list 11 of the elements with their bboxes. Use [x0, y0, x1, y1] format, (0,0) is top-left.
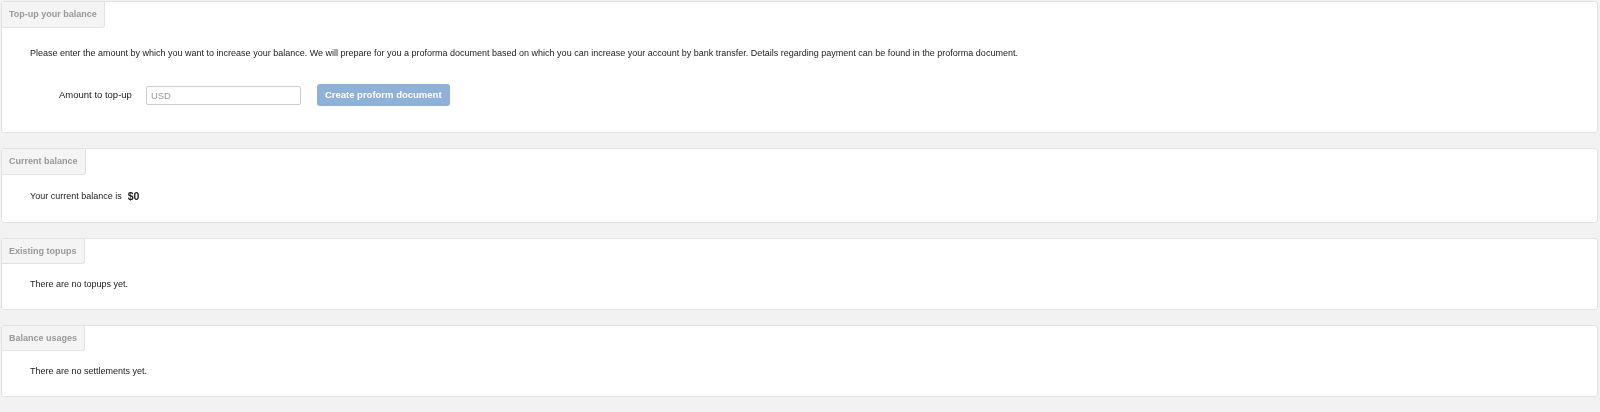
balance-amount: $0: [127, 188, 140, 204]
amount-input-field[interactable]: USD: [145, 85, 301, 105]
panel-title: Top-up your balance: [2, 2, 105, 28]
balance-text: Your current balance is: [30, 189, 122, 203]
panel-title: Current balance: [2, 149, 86, 175]
field-label: Amount to top-up: [59, 88, 132, 102]
empty-message: There are no topups yet.: [30, 278, 130, 291]
panel-title: Balance usages: [2, 325, 86, 351]
intro-paragraph: Please enter the amount by which you want to increase your balance. We will prepare for you a proforma document based on which you can increase your account by bank transfer. Details regarding payment can be found in the proforma document.: [30, 46, 1019, 60]
panel-title: Existing topups: [2, 238, 85, 264]
empty-message: There are no settlements yet.: [30, 365, 149, 378]
